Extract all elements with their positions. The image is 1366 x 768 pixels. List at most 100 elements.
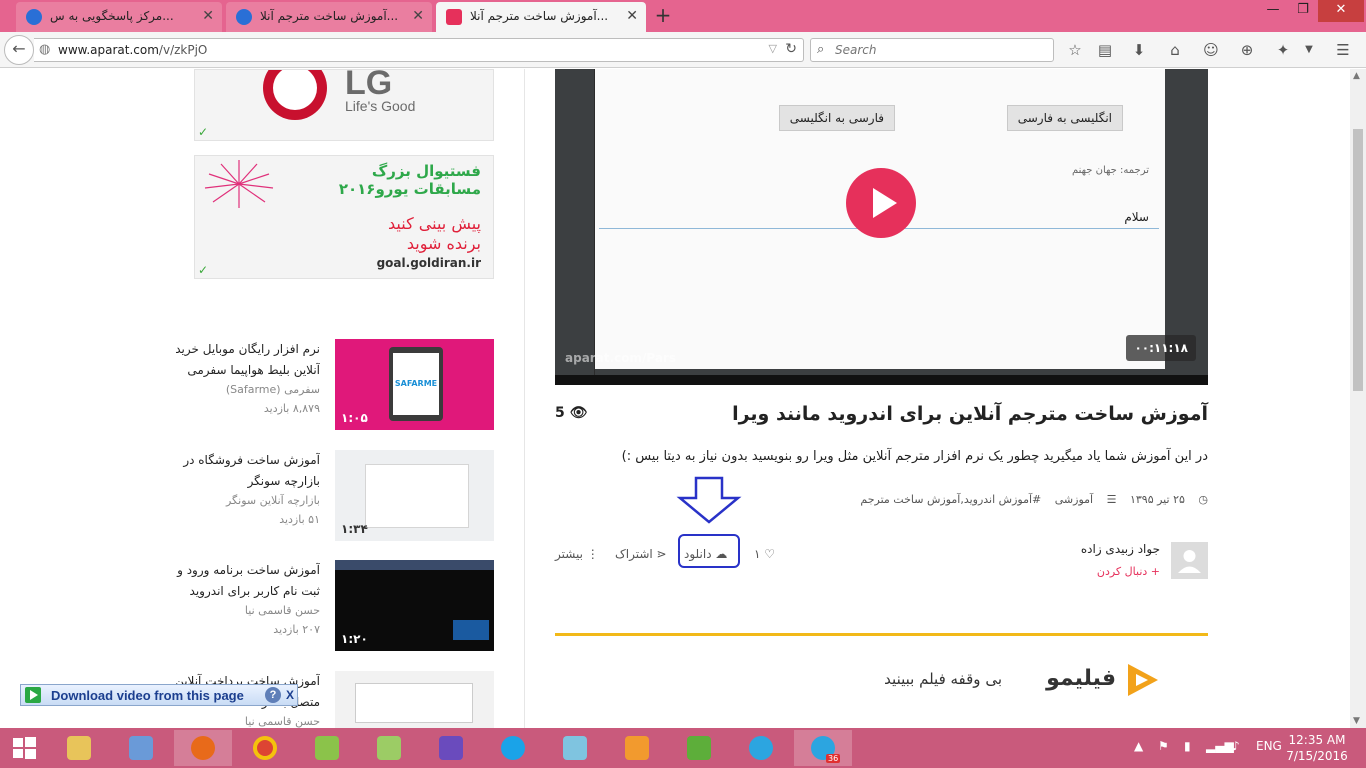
taskbar-notepadpp[interactable] xyxy=(360,730,418,766)
related-video-item[interactable]: ۱:۲۰ آموزش ساخت برنامه ورود و ثبت نام کا… xyxy=(170,560,494,652)
lg-ad-banner[interactable]: LG Life's Good ✓ xyxy=(194,69,494,141)
taskbar-telegram-2[interactable]: 36 xyxy=(794,730,852,766)
addon-icon[interactable]: ✦ xyxy=(1272,39,1294,61)
like-button[interactable]: ♡ ۱ xyxy=(754,547,775,561)
video-thumbnail[interactable]: SAFARME ۱:۰۵ xyxy=(335,339,494,430)
scroll-up-icon[interactable]: ▲ xyxy=(1353,71,1360,81)
home-icon[interactable]: ⌂ xyxy=(1164,39,1186,61)
related-video-title[interactable]: آموزش ساخت برنامه ورود و ثبت نام کاربر ب… xyxy=(170,560,320,602)
player-progress-bar[interactable] xyxy=(555,375,1208,385)
tab-close-icon[interactable]: ✕ xyxy=(412,2,424,30)
tab-close-icon[interactable]: ✕ xyxy=(626,2,638,30)
related-video-title[interactable]: نرم افزار رایگان موبایل خرید آنلاین بلیط… xyxy=(170,339,320,381)
download-button[interactable]: ☁ دانلود xyxy=(684,547,727,561)
heart-icon: ♡ xyxy=(764,547,776,561)
video-tags[interactable]: #آموزش اندروید,آموزش ساخت مترجم xyxy=(860,493,1041,506)
start-button[interactable] xyxy=(0,728,48,768)
taskbar-chrome[interactable] xyxy=(236,730,294,766)
lg-logo-icon xyxy=(263,70,327,120)
taskbar-bluestacks[interactable] xyxy=(670,730,728,766)
android-icon xyxy=(315,736,339,760)
history-dropdown-icon[interactable]: ▽ xyxy=(769,42,777,55)
flag-icon[interactable]: ⚑ xyxy=(1158,739,1169,753)
related-video-channel[interactable]: سفرمی (Safarme) xyxy=(170,383,320,396)
more-button[interactable]: ⋮ بیشتر xyxy=(555,547,599,561)
fireworks-icon xyxy=(204,160,274,208)
euro-ad-banner[interactable]: فستیوال بزرگ مسابقات یورو۲۰۱۶ پیش بینی ک… xyxy=(194,155,494,279)
scroll-down-icon[interactable]: ▼ xyxy=(1353,716,1360,726)
upload-date: ۲۵ تیر ۱۳۹۵ xyxy=(1129,493,1185,506)
tab-close-icon[interactable]: ✕ xyxy=(202,2,214,30)
video-meta: ◷ ۲۵ تیر ۱۳۹۵ ☰ آموزشی #آموزش اندروید,آم… xyxy=(850,493,1208,506)
related-video-channel[interactable]: حسن قاسمی نیا xyxy=(170,604,320,617)
close-icon[interactable]: X xyxy=(283,686,297,704)
media-player-icon xyxy=(625,736,649,760)
download-video-label[interactable]: Download video from this page xyxy=(51,688,244,703)
bookmark-star-icon[interactable]: ☆ xyxy=(1064,39,1086,61)
download-label: دانلود xyxy=(684,547,712,561)
search-input[interactable] xyxy=(835,42,1045,58)
share-label: اشتراک xyxy=(615,547,653,561)
thumbnail-text: SAFARME xyxy=(393,353,439,415)
tab-translator-active[interactable]: آموزش ساخت مترجم آنلا... ✕ xyxy=(436,2,646,32)
taskbar-android-studio[interactable] xyxy=(298,730,356,766)
player-duration: ۰۰:۱۱:۱۸ xyxy=(1126,335,1196,361)
help-icon[interactable]: ? xyxy=(265,687,281,703)
restore-button[interactable]: ❐ xyxy=(1288,0,1318,22)
language-indicator[interactable]: ENG xyxy=(1256,739,1282,753)
menu-icon[interactable]: ☰ xyxy=(1332,39,1354,61)
tab-help-center[interactable]: مرکز پاسخگویی به س... ✕ xyxy=(16,2,222,32)
volume-icon[interactable]: ♪ xyxy=(1232,739,1240,753)
reading-list-icon[interactable]: ▤ xyxy=(1094,39,1116,61)
network-icon[interactable]: ▂▄▆ xyxy=(1206,739,1234,753)
author-avatar[interactable] xyxy=(1171,542,1208,579)
video-category[interactable]: آموزشی xyxy=(1055,493,1093,506)
scrollbar-thumb[interactable] xyxy=(1353,129,1363,391)
folder-icon xyxy=(67,736,91,760)
taskbar-media-player[interactable] xyxy=(608,730,666,766)
author-name[interactable]: جواد زبیدی زاده xyxy=(1081,542,1160,556)
related-video-item[interactable]: SAFARME ۱:۰۵ نرم افزار رایگان موبایل خری… xyxy=(170,339,494,431)
new-tab-button[interactable]: + xyxy=(652,4,674,28)
related-video-item[interactable]: ۱:۳۴ آموزش ساخت فروشگاه در بازارچه سونگر… xyxy=(170,450,494,542)
eye-icon: 👁 xyxy=(569,405,588,421)
download-video-helper[interactable]: Download video from this page ? X xyxy=(20,684,298,706)
related-video-channel[interactable]: حسن قاسمی نیا xyxy=(170,715,320,728)
chat-icon[interactable]: ☺ xyxy=(1200,39,1222,61)
video-thumbnail[interactable]: ۱:۳۴ xyxy=(335,450,494,541)
taskbar-firefox[interactable] xyxy=(174,730,232,766)
bluestacks-icon xyxy=(687,736,711,760)
taskbar-telegram[interactable] xyxy=(732,730,790,766)
share-button[interactable]: ⋖ اشتراک xyxy=(615,547,667,561)
play-icon[interactable] xyxy=(846,168,916,238)
search-box[interactable]: ⌕ xyxy=(810,38,1054,62)
filimo-ad-banner[interactable]: فیلیمو بی وقفه فیلم ببینید xyxy=(555,633,1208,728)
related-video-title[interactable]: آموزش ساخت فروشگاه در بازارچه سونگر xyxy=(170,450,320,492)
taskbar-file-explorer[interactable] xyxy=(50,730,108,766)
battery-icon[interactable]: ▮ xyxy=(1184,739,1191,753)
video-player[interactable]: انگلیسی به فارسی فارسی به انگلیسی ترجمه:… xyxy=(555,69,1208,385)
taskbar-search-app[interactable] xyxy=(112,730,170,766)
clock-time: 12:35 AM xyxy=(1288,733,1346,747)
globe-addon-icon[interactable]: ⊕ xyxy=(1236,39,1258,61)
page-scrollbar[interactable]: ▲ ▼ xyxy=(1350,69,1366,728)
reload-icon[interactable]: ↻ xyxy=(785,41,797,57)
taskbar-skype[interactable] xyxy=(484,730,542,766)
taskbar-visual-studio[interactable] xyxy=(422,730,480,766)
follow-button[interactable]: + دنبال کردن xyxy=(1097,565,1160,578)
system-clock[interactable]: 12:35 AM 7/15/2016 xyxy=(1282,732,1352,764)
video-thumbnail[interactable] xyxy=(335,671,494,728)
site-favicon-icon xyxy=(26,9,42,25)
address-bar[interactable]: ◍ www.aparat.com/v/zkPjO ▽ ↻ xyxy=(34,38,804,62)
related-video-channel[interactable]: بازارچه آنلاین سونگر xyxy=(170,494,320,507)
taskbar-b4a[interactable] xyxy=(546,730,604,766)
back-button[interactable]: ← xyxy=(4,35,34,65)
tab-translator-1[interactable]: آموزش ساخت مترجم آنلا... ✕ xyxy=(226,2,432,32)
filimo-logo-icon xyxy=(1128,664,1158,696)
close-window-button[interactable]: ✕ xyxy=(1318,0,1364,22)
addon-dropdown-icon[interactable]: ▼ xyxy=(1298,39,1320,61)
video-thumbnail[interactable]: ۱:۲۰ xyxy=(335,560,494,651)
downloads-icon[interactable]: ⬇ xyxy=(1128,39,1150,61)
minimize-button[interactable]: — xyxy=(1258,0,1288,22)
tray-expand-icon[interactable]: ▲ xyxy=(1134,739,1143,753)
